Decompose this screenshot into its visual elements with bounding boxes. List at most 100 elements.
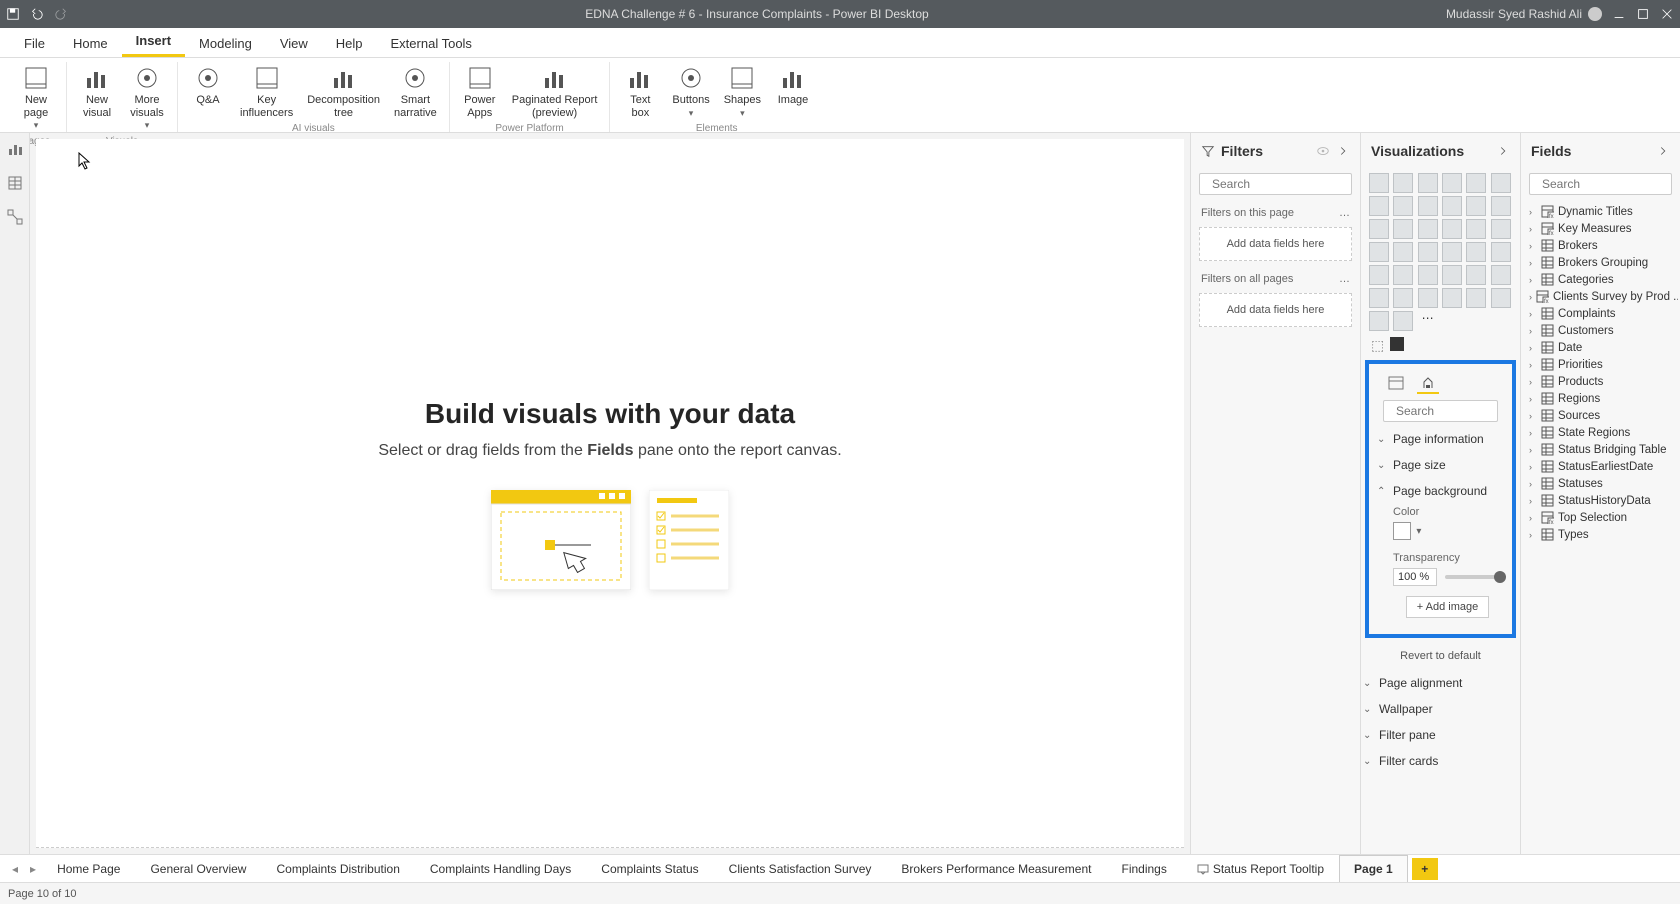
collapse-icon[interactable] (1336, 144, 1350, 158)
viz-type-icon[interactable] (1442, 219, 1462, 239)
collapse-icon[interactable] (1656, 144, 1670, 158)
page-tab[interactable]: Home Page (42, 855, 135, 882)
field-item[interactable]: ›Categories (1523, 271, 1678, 288)
viz-type-icon[interactable] (1442, 173, 1462, 193)
maximize-icon[interactable] (1636, 7, 1650, 21)
sec-page-size[interactable]: ⌄Page size (1375, 452, 1506, 478)
page-tab[interactable]: General Overview (135, 855, 261, 882)
diamond-icon[interactable] (1393, 311, 1413, 331)
menu-tab-insert[interactable]: Insert (122, 27, 185, 57)
viz-type-icon[interactable] (1418, 196, 1438, 216)
viz-type-icon[interactable] (1418, 173, 1438, 193)
ribbon-power[interactable]: PowerApps (458, 62, 502, 121)
revert-default[interactable]: Revert to default (1361, 642, 1520, 670)
viz-type-icon[interactable] (1442, 288, 1462, 308)
page-tab[interactable]: Complaints Distribution (261, 855, 414, 882)
format-search-input[interactable] (1396, 404, 1520, 418)
color-swatch[interactable] (1393, 522, 1411, 540)
viz-type-icon[interactable] (1442, 265, 1462, 285)
page-tab[interactable]: Page 1 (1339, 855, 1408, 882)
viz-type-icon[interactable] (1466, 173, 1486, 193)
viz-type-icon[interactable] (1418, 242, 1438, 262)
redo-icon[interactable] (54, 7, 68, 21)
ribbon-new[interactable]: Newpage▾ (14, 62, 58, 134)
format-search[interactable] (1383, 400, 1498, 422)
filters-page-drop[interactable]: Add data fields here (1199, 227, 1352, 261)
report-canvas[interactable]: Build visuals with your data Select or d… (36, 139, 1184, 848)
field-item[interactable]: ›Brokers (1523, 237, 1678, 254)
menu-tab-modeling[interactable]: Modeling (185, 30, 266, 57)
ribbon-smart[interactable]: Smartnarrative (390, 62, 441, 121)
viz-type-icon[interactable] (1466, 288, 1486, 308)
sec-filter-pane[interactable]: ⌄Filter pane (1361, 722, 1520, 748)
color-dropdown-icon[interactable]: ▾ (1416, 526, 1421, 537)
viz-type-icon[interactable] (1442, 196, 1462, 216)
page-tab[interactable]: Complaints Status (586, 855, 713, 882)
menu-tab-home[interactable]: Home (59, 30, 122, 57)
viz-type-icon[interactable] (1418, 219, 1438, 239)
model-view-icon[interactable] (7, 209, 23, 225)
viz-type-icon[interactable] (1466, 265, 1486, 285)
viz-type-icon[interactable] (1491, 196, 1511, 216)
viz-type-icon[interactable] (1491, 173, 1511, 193)
viz-type-icon[interactable] (1442, 242, 1462, 262)
sec-wallpaper[interactable]: ⌄Wallpaper (1361, 696, 1520, 722)
viz-type-icon[interactable] (1418, 265, 1438, 285)
viz-type-icon[interactable] (1393, 265, 1413, 285)
add-image-button[interactable]: + Add image (1406, 596, 1489, 618)
ribbon-text[interactable]: Textbox (618, 62, 662, 121)
ribbon-more[interactable]: Morevisuals▾ (125, 62, 169, 134)
viz-type-icon[interactable] (1491, 219, 1511, 239)
field-item[interactable]: ›Customers (1523, 322, 1678, 339)
slider-thumb[interactable] (1494, 571, 1506, 583)
ribbon-new[interactable]: Newvisual (75, 62, 119, 134)
page-tab[interactable]: Complaints Handling Days (415, 855, 586, 882)
ribbon-decomposition[interactable]: Decompositiontree (303, 62, 384, 121)
page-tab[interactable]: Status Report Tooltip (1182, 855, 1339, 882)
page-tab[interactable]: Findings (1106, 855, 1181, 882)
fields-tab-icon[interactable] (1385, 374, 1407, 394)
field-item[interactable]: ›fxDynamic Titles (1523, 203, 1678, 220)
report-view-icon[interactable] (7, 141, 23, 157)
undo-icon[interactable] (30, 7, 44, 21)
field-item[interactable]: ›Types (1523, 526, 1678, 543)
viz-type-icon[interactable] (1466, 219, 1486, 239)
sec-page-align[interactable]: ⌄Page alignment (1361, 670, 1520, 696)
menu-tab-external-tools[interactable]: External Tools (377, 30, 486, 57)
viz-type-icon[interactable] (1491, 242, 1511, 262)
viz-type-icon[interactable] (1466, 196, 1486, 216)
add-page-button[interactable]: + (1412, 858, 1438, 880)
viz-type-icon[interactable] (1393, 196, 1413, 216)
ribbon-q-a[interactable]: Q&A (186, 62, 230, 121)
viz-type-icon[interactable] (1369, 219, 1389, 239)
field-item[interactable]: ›fxClients Survey by Prod ... (1523, 288, 1678, 305)
field-item[interactable]: ›Priorities (1523, 356, 1678, 373)
viz-type-icon[interactable] (1393, 288, 1413, 308)
viz-type-icon[interactable] (1369, 288, 1389, 308)
collapse-icon[interactable] (1496, 144, 1510, 158)
ribbon-image[interactable]: Image (771, 62, 815, 121)
field-item[interactable]: ›Complaints (1523, 305, 1678, 322)
viz-type-icon[interactable] (1369, 265, 1389, 285)
data-view-icon[interactable] (7, 175, 23, 191)
viz-type-icon[interactable] (1393, 242, 1413, 262)
sec-page-info[interactable]: ⌄Page information (1375, 426, 1506, 452)
viz-type-icon[interactable] (1466, 242, 1486, 262)
viz-type-icon[interactable] (1491, 265, 1511, 285)
filters-search[interactable] (1199, 173, 1352, 195)
viz-type-icon[interactable] (1369, 242, 1389, 262)
field-item[interactable]: ›Status Bridging Table (1523, 441, 1678, 458)
filters-search-input[interactable] (1212, 177, 1367, 191)
field-item[interactable]: ›Brokers Grouping (1523, 254, 1678, 271)
format-page-color[interactable] (1390, 337, 1404, 351)
fields-search-input[interactable] (1542, 177, 1680, 191)
format-page-icon[interactable]: ⬚ (1371, 337, 1384, 354)
ribbon-key[interactable]: Keyinfluencers (236, 62, 297, 121)
field-item[interactable]: ›Statuses (1523, 475, 1678, 492)
format-tab-icon[interactable] (1417, 374, 1439, 394)
ribbon-shapes[interactable]: Shapes▾ (720, 62, 765, 121)
fields-search[interactable] (1529, 173, 1672, 195)
viz-type-icon[interactable] (1393, 219, 1413, 239)
page-tab[interactable]: Brokers Performance Measurement (886, 855, 1106, 882)
viz-type-icon[interactable] (1418, 288, 1438, 308)
